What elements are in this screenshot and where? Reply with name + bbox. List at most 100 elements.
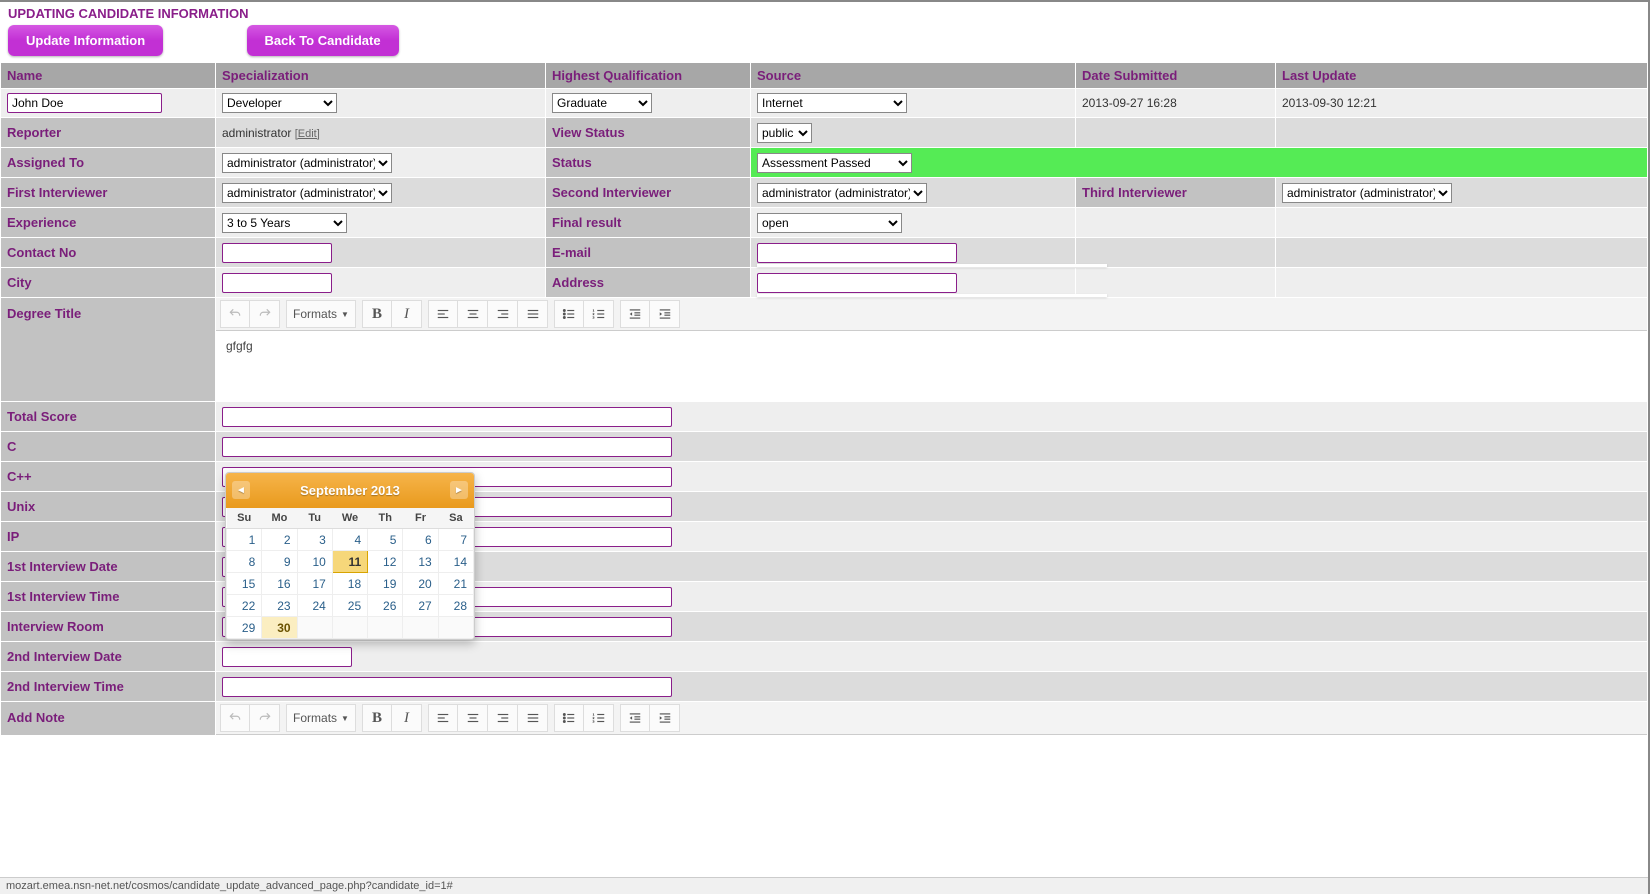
redo-icon[interactable] bbox=[250, 704, 280, 732]
calendar-day[interactable]: 18 bbox=[332, 573, 367, 595]
formats-dropdown[interactable]: Formats▼ bbox=[286, 704, 356, 732]
update-information-button[interactable]: Update Information bbox=[8, 25, 163, 56]
number-list-icon[interactable]: 123 bbox=[584, 704, 614, 732]
italic-icon[interactable]: I bbox=[392, 704, 422, 732]
align-justify-icon[interactable] bbox=[518, 704, 548, 732]
align-right-icon[interactable] bbox=[488, 704, 518, 732]
svg-text:3: 3 bbox=[592, 720, 594, 724]
calendar-day[interactable]: 19 bbox=[368, 573, 403, 595]
calendar-day[interactable]: 3 bbox=[297, 529, 332, 551]
calendar-empty-cell bbox=[332, 617, 367, 639]
align-center-icon[interactable] bbox=[458, 300, 488, 328]
back-to-candidate-button[interactable]: Back To Candidate bbox=[247, 25, 399, 56]
experience-select[interactable]: 3 to 5 Years bbox=[222, 213, 347, 233]
name-input[interactable] bbox=[7, 93, 162, 113]
italic-icon[interactable]: I bbox=[392, 300, 422, 328]
calendar-day[interactable]: 27 bbox=[403, 595, 438, 617]
calendar-day[interactable]: 11 bbox=[332, 551, 367, 573]
qualification-select[interactable]: Graduate bbox=[552, 93, 652, 113]
calendar-prev-icon[interactable]: ◄ bbox=[232, 481, 250, 499]
first-interviewer-select[interactable]: administrator (administrator) bbox=[222, 183, 392, 203]
calendar-day[interactable]: 7 bbox=[438, 529, 473, 551]
label-city: City bbox=[1, 268, 216, 298]
view-status-select[interactable]: public bbox=[757, 123, 812, 143]
label-contact-no: Contact No bbox=[1, 238, 216, 268]
calendar-day[interactable]: 26 bbox=[368, 595, 403, 617]
calendar-day[interactable]: 20 bbox=[403, 573, 438, 595]
calendar-day[interactable]: 29 bbox=[227, 617, 262, 639]
source-select[interactable]: Internet bbox=[757, 93, 907, 113]
calendar-next-icon[interactable]: ► bbox=[450, 481, 468, 499]
calendar-day[interactable]: 21 bbox=[438, 573, 473, 595]
calendar-day[interactable]: 13 bbox=[403, 551, 438, 573]
calendar-day[interactable]: 14 bbox=[438, 551, 473, 573]
i2-time-input[interactable] bbox=[222, 677, 672, 697]
undo-icon[interactable] bbox=[220, 300, 250, 328]
calendar-day[interactable]: 5 bbox=[368, 529, 403, 551]
redo-icon[interactable] bbox=[250, 300, 280, 328]
total-score-input[interactable] bbox=[222, 407, 672, 427]
address-input[interactable] bbox=[757, 273, 957, 293]
undo-icon[interactable] bbox=[220, 704, 250, 732]
third-interviewer-select[interactable]: administrator (administrator) bbox=[1282, 183, 1452, 203]
formats-dropdown[interactable]: Formats▼ bbox=[286, 300, 356, 328]
indent-icon[interactable] bbox=[650, 300, 680, 328]
calendar-day[interactable]: 23 bbox=[262, 595, 297, 617]
outdent-icon[interactable] bbox=[620, 300, 650, 328]
calendar-day[interactable]: 4 bbox=[332, 529, 367, 551]
c-input[interactable] bbox=[222, 437, 672, 457]
city-input[interactable] bbox=[222, 273, 332, 293]
bullet-list-icon[interactable] bbox=[554, 300, 584, 328]
calendar-dow: Sa bbox=[438, 508, 473, 529]
label-assigned-to: Assigned To bbox=[1, 148, 216, 178]
calendar-day[interactable]: 9 bbox=[262, 551, 297, 573]
calendar-day[interactable]: 17 bbox=[297, 573, 332, 595]
email-input[interactable] bbox=[757, 243, 957, 263]
status-bar: mozart.emea.nsn-net.net/cosmos/candidate… bbox=[0, 877, 1648, 894]
bullet-list-icon[interactable] bbox=[554, 704, 584, 732]
calendar-day[interactable]: 1 bbox=[227, 529, 262, 551]
align-left-icon[interactable] bbox=[428, 704, 458, 732]
indent-icon[interactable] bbox=[650, 704, 680, 732]
align-left-icon[interactable] bbox=[428, 300, 458, 328]
calendar-day[interactable]: 28 bbox=[438, 595, 473, 617]
calendar-day[interactable]: 25 bbox=[332, 595, 367, 617]
label-status: Status bbox=[546, 148, 751, 178]
last-update-value: 2013-09-30 12:21 bbox=[1276, 89, 1648, 118]
label-c: C bbox=[1, 432, 216, 462]
calendar-empty-cell bbox=[403, 617, 438, 639]
calendar-dow: Su bbox=[227, 508, 262, 529]
label-unix: Unix bbox=[1, 492, 216, 522]
align-center-icon[interactable] bbox=[458, 704, 488, 732]
reporter-edit-link[interactable]: [Edit] bbox=[295, 128, 320, 140]
calendar-day[interactable]: 6 bbox=[403, 529, 438, 551]
label-first-interviewer: First Interviewer bbox=[1, 178, 216, 208]
calendar-day[interactable]: 22 bbox=[227, 595, 262, 617]
page-title: UPDATING CANDIDATE INFORMATION bbox=[0, 2, 1648, 23]
calendar-day[interactable]: 8 bbox=[227, 551, 262, 573]
label-address: Address bbox=[546, 268, 751, 298]
calendar-day[interactable]: 16 bbox=[262, 573, 297, 595]
status-select[interactable]: Assessment Passed bbox=[757, 153, 912, 173]
calendar-day[interactable]: 12 bbox=[368, 551, 403, 573]
assigned-to-select[interactable]: administrator (administrator) bbox=[222, 153, 392, 173]
outdent-icon[interactable] bbox=[620, 704, 650, 732]
calendar-day[interactable]: 2 bbox=[262, 529, 297, 551]
calendar-day[interactable]: 24 bbox=[297, 595, 332, 617]
specialization-select[interactable]: Developer bbox=[222, 93, 337, 113]
bold-icon[interactable]: B bbox=[362, 704, 392, 732]
final-result-select[interactable]: open bbox=[757, 213, 902, 233]
align-right-icon[interactable] bbox=[488, 300, 518, 328]
calendar-day[interactable]: 10 bbox=[297, 551, 332, 573]
contact-no-input[interactable] bbox=[222, 243, 332, 263]
second-interviewer-select[interactable]: administrator (administrator) bbox=[757, 183, 927, 203]
calendar-day[interactable]: 30 bbox=[262, 617, 297, 639]
number-list-icon[interactable]: 123 bbox=[584, 300, 614, 328]
i2-date-input[interactable] bbox=[222, 647, 352, 667]
label-add-note: Add Note bbox=[1, 702, 216, 736]
calendar-day[interactable]: 15 bbox=[227, 573, 262, 595]
degree-title-editor[interactable]: gfgfg bbox=[216, 331, 1647, 401]
calendar-dow: Tu bbox=[297, 508, 332, 529]
bold-icon[interactable]: B bbox=[362, 300, 392, 328]
align-justify-icon[interactable] bbox=[518, 300, 548, 328]
